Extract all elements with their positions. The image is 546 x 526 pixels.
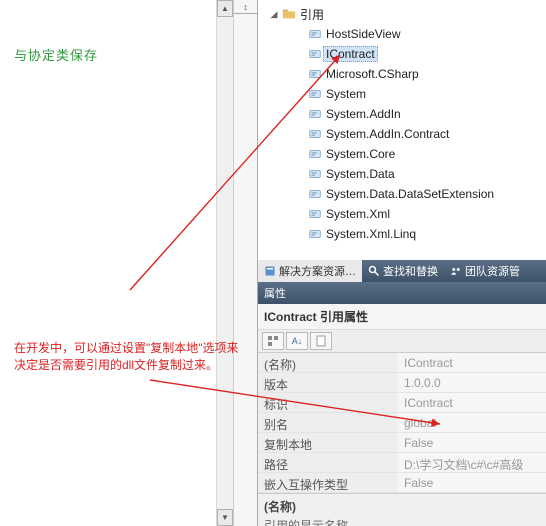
property-value[interactable]: 1.0.0.0 — [398, 373, 546, 392]
property-value[interactable]: False — [398, 433, 546, 452]
tree-node-label: System.Data — [326, 167, 395, 181]
tree-node-label: IContract — [323, 46, 378, 62]
reference-icon — [308, 227, 322, 241]
tree-node-label: System.Xml — [326, 207, 390, 221]
reference-icon — [308, 207, 322, 221]
tree-node-reference[interactable]: System.AddIn — [258, 104, 546, 124]
property-row[interactable]: 复制本地False — [258, 433, 546, 453]
reference-icon — [308, 47, 322, 61]
property-name: 标识 — [258, 393, 398, 412]
folder-icon — [282, 7, 296, 21]
scroll-down-button[interactable]: ▼ — [217, 509, 233, 526]
tab-team-explorer[interactable]: 团队资源管 — [444, 260, 526, 282]
reference-icon — [308, 187, 322, 201]
reference-icon — [308, 147, 322, 161]
property-name: 复制本地 — [258, 433, 398, 452]
properties-object-title: IContract 引用属性 — [258, 304, 546, 330]
properties-description: (名称) 引用的显示名称。 — [258, 493, 546, 526]
categorized-icon — [267, 335, 279, 347]
categorized-button[interactable] — [262, 332, 284, 350]
reference-icon — [308, 127, 322, 141]
property-name: 版本 — [258, 373, 398, 392]
property-row[interactable]: 版本1.0.0.0 — [258, 373, 546, 393]
alphabetical-button[interactable]: A↓ — [286, 332, 308, 350]
property-value[interactable]: IContract — [398, 353, 546, 372]
annotation-text-green: 与协定类保存 — [14, 45, 98, 64]
tree-node-reference[interactable]: System.Xml.Linq — [258, 224, 546, 244]
tree-node-label: System.Core — [326, 147, 395, 161]
tab-label: 团队资源管 — [465, 263, 520, 279]
tree-node-reference[interactable]: System.Xml — [258, 204, 546, 224]
property-row[interactable]: (名称)IContract — [258, 353, 546, 373]
property-name: (名称) — [258, 353, 398, 372]
reference-icon — [308, 27, 322, 41]
tree-node-reference[interactable]: System.AddIn.Contract — [258, 124, 546, 144]
solution-icon — [264, 265, 276, 277]
property-row[interactable]: 路径D:\学习文档\c#\c#高级 — [258, 453, 546, 473]
tree-node-label: System.AddIn — [326, 107, 401, 121]
property-row[interactable]: 别名global — [258, 413, 546, 433]
tab-label: 解决方案资源… — [279, 263, 356, 279]
properties-grid[interactable]: (名称)IContract版本1.0.0.0标识IContract别名globa… — [258, 353, 546, 526]
team-icon — [450, 265, 462, 277]
tab-solution-explorer[interactable]: 解决方案资源… — [258, 260, 362, 282]
description-title: (名称) — [264, 498, 540, 515]
scroll-up-button[interactable]: ▲ — [217, 0, 233, 17]
property-value[interactable]: IContract — [398, 393, 546, 412]
reference-icon — [308, 107, 322, 121]
tree-node-reference[interactable]: System.Data — [258, 164, 546, 184]
property-name: 路径 — [258, 453, 398, 472]
property-row[interactable]: 标识IContract — [258, 393, 546, 413]
property-value[interactable]: global — [398, 413, 546, 432]
tree-node-reference[interactable]: System.Core — [258, 144, 546, 164]
tree-node-reference[interactable]: System — [258, 84, 546, 104]
annotation-text-red: 在开发中，可以通过设置"复制本地"选项来 决定是否需要引用的dll文件复制过来。 — [14, 340, 244, 374]
property-pages-button[interactable] — [310, 332, 332, 350]
annotation-line1: 在开发中，可以通过设置"复制本地"选项来 — [14, 341, 239, 355]
properties-toolbar: A↓ — [258, 330, 546, 353]
sort-az-icon: A↓ — [292, 336, 303, 346]
tree-node-label: System — [326, 87, 366, 101]
reference-icon — [308, 167, 322, 181]
tree-node-label: Microsoft.CSharp — [326, 67, 419, 81]
search-icon — [368, 265, 380, 277]
collapse-icon[interactable]: ◢ — [268, 8, 280, 20]
tab-find-replace[interactable]: 查找和替换 — [362, 260, 444, 282]
tool-window-tabs: 解决方案资源… 查找和替换 团队资源管 — [258, 260, 546, 282]
description-text: 引用的显示名称。 — [264, 517, 540, 526]
reference-icon — [308, 67, 322, 81]
page-icon — [315, 335, 327, 347]
vertical-scrollbar[interactable]: ▲ ▼ — [216, 0, 233, 526]
property-name: 嵌入互操作类型 — [258, 473, 398, 492]
property-value[interactable]: D:\学习文档\c#\c#高级 — [398, 453, 546, 472]
right-pane: ◢ 引用 HostSideView IContract Microsoft.CSha… — [258, 0, 546, 526]
tree-node-label: System.Xml.Linq — [326, 227, 416, 241]
tree-node-references[interactable]: ◢ 引用 — [258, 4, 546, 24]
tree-node-label: System.AddIn.Contract — [326, 127, 449, 141]
annotation-line2: 决定是否需要引用的dll文件复制过来。 — [14, 358, 218, 372]
properties-header: 属性 — [258, 282, 546, 304]
property-value[interactable]: False — [398, 473, 546, 492]
tree-node-label: System.Data.DataSetExtension — [326, 187, 494, 201]
editor-pane: ▲ ▼ — [0, 0, 234, 526]
property-row[interactable]: 嵌入互操作类型False — [258, 473, 546, 493]
splitter[interactable]: ↕ — [234, 0, 258, 526]
gutter-collapse-button[interactable]: ↕ — [234, 0, 257, 14]
tree-node-label: HostSideView — [326, 27, 400, 41]
solution-explorer-tree[interactable]: ◢ 引用 HostSideView IContract Microsoft.CSha… — [258, 0, 546, 260]
tree-node-reference[interactable]: System.Data.DataSetExtension — [258, 184, 546, 204]
tab-label: 查找和替换 — [383, 263, 438, 279]
tree-node-reference[interactable]: HostSideView — [258, 24, 546, 44]
tree-node-label: 引用 — [300, 6, 324, 23]
tree-node-reference[interactable]: Microsoft.CSharp — [258, 64, 546, 84]
properties-header-label: 属性 — [264, 288, 286, 300]
reference-icon — [308, 87, 322, 101]
tree-node-reference[interactable]: IContract — [258, 44, 546, 64]
property-name: 别名 — [258, 413, 398, 432]
